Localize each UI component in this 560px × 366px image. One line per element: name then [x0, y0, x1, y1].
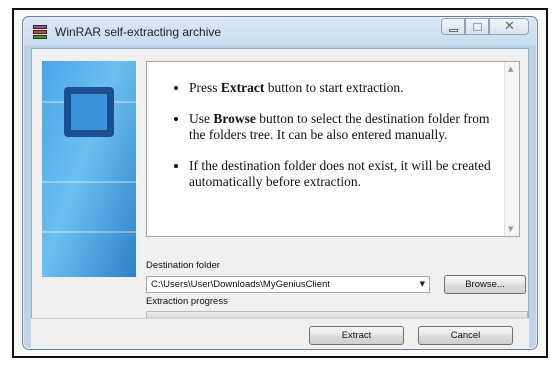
cancel-button[interactable]: Cancel [418, 326, 513, 345]
dialog-client: Press Extract button to start extraction… [31, 48, 529, 339]
instruction-item: Press Extract button to start extraction… [189, 80, 495, 96]
winrar-icon [33, 25, 47, 39]
close-icon: ✕ [504, 19, 515, 34]
close-button[interactable]: ✕ [489, 18, 529, 35]
minimize-icon [449, 29, 458, 32]
instruction-item: Use Browse button to select the destinat… [189, 111, 495, 143]
dialog-button-bar: Extract Cancel [31, 318, 529, 348]
minimize-button[interactable] [441, 18, 465, 35]
scroll-down-icon[interactable]: ▼ [508, 225, 513, 233]
winrar-logo-icon [64, 87, 114, 137]
extraction-progress-label: Extraction progress [146, 296, 228, 307]
chevron-down-icon[interactable]: ▼ [420, 277, 425, 292]
scroll-up-icon[interactable]: ▲ [508, 65, 513, 73]
destination-folder-value: C:\Users\User\Downloads\MyGeniusClient [151, 279, 330, 290]
instruction-item: If the destination folder does not exist… [189, 158, 495, 190]
winrar-side-banner [42, 61, 136, 277]
maximize-icon [473, 23, 482, 31]
maximize-button [465, 18, 489, 35]
destination-folder-combobox[interactable]: C:\Users\User\Downloads\MyGeniusClient ▼ [146, 276, 430, 293]
instructions-scrollbar[interactable]: ▲ ▼ [504, 62, 519, 236]
destination-folder-label: Destination folder [146, 260, 220, 271]
extract-button[interactable]: Extract [309, 326, 404, 345]
window-title: WinRAR self-extracting archive [55, 25, 222, 39]
browse-button[interactable]: Browse... [444, 275, 526, 294]
instructions-box[interactable]: Press Extract button to start extraction… [146, 61, 520, 237]
title-bar[interactable]: WinRAR self-extracting archive ✕ [23, 17, 537, 47]
winrar-sfx-window: WinRAR self-extracting archive ✕ Press E… [22, 16, 538, 350]
